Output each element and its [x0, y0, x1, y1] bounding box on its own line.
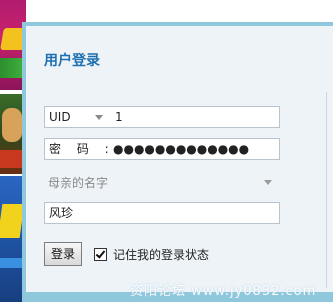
checkmark-icon — [95, 247, 106, 259]
chevron-down-icon — [264, 180, 272, 185]
panel-divider — [326, 92, 327, 288]
password-field-row: 密 码 : ●●●●●●●●●●●●● — [44, 138, 280, 160]
security-question-select[interactable]: 母亲的名字 — [44, 172, 280, 194]
remember-me-label: 记住我的登录状态 — [113, 247, 210, 262]
answer-field-row: 风珍 — [44, 202, 280, 224]
remember-me-option[interactable]: 记住我的登录状态 — [94, 246, 209, 262]
security-answer-input[interactable]: 风珍 — [45, 203, 279, 223]
chevron-down-icon — [95, 115, 103, 120]
login-type-select[interactable]: UID — [45, 107, 109, 127]
uid-field-row: UID 1 — [44, 106, 280, 128]
password-label: 密 码 : — [49, 142, 115, 156]
login-type-value: UID — [49, 110, 71, 124]
remember-me-checkbox[interactable] — [94, 247, 107, 261]
security-question-value: 母亲的名字 — [48, 176, 109, 190]
login-dialog: 用户登录 UID 1 密 码 : ●●●●●●●●●●●●● 母亲的名字 风珍 … — [22, 22, 333, 296]
dialog-title: 用户登录 — [44, 53, 100, 69]
password-input[interactable]: ●●●●●●●●●●●●● — [113, 139, 275, 159]
site-watermark: 资阳论坛 www.jy0832.com — [130, 284, 317, 299]
login-button[interactable]: 登录 — [44, 242, 82, 266]
uid-input[interactable]: 1 — [115, 107, 275, 127]
banner-graphic — [2, 108, 22, 142]
